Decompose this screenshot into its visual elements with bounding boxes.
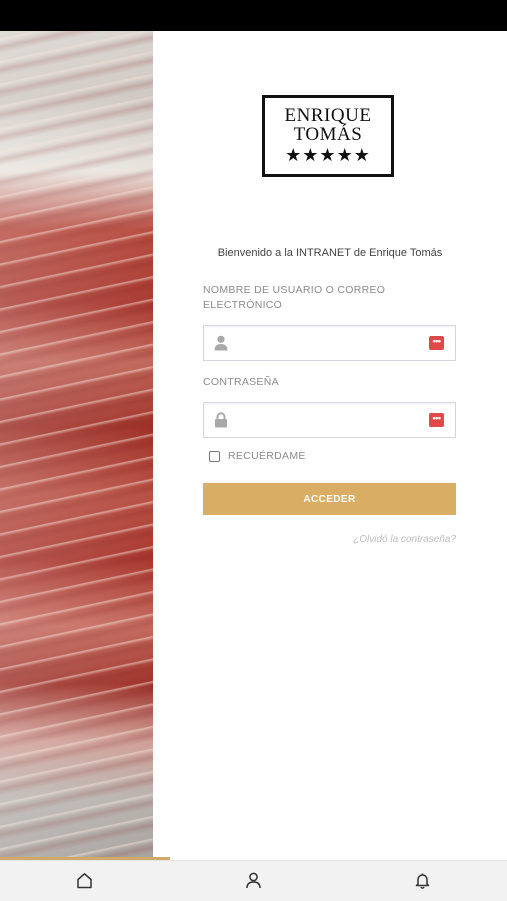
password-input[interactable] <box>238 403 422 439</box>
logo-line-2: TOMÁS <box>293 124 363 145</box>
status-bar <box>0 0 507 31</box>
forgot-password-link[interactable]: ¿Olvidó la contraseña? <box>203 534 456 545</box>
bell-icon <box>415 873 430 889</box>
username-label: NOMBRE DE USUARIO O CORREO ELECTRÓNICO <box>203 284 386 311</box>
home-icon <box>77 873 92 889</box>
tab-profile[interactable] <box>169 861 338 901</box>
password-field[interactable]: ••• <box>203 402 456 439</box>
password-manager-icon[interactable]: ••• <box>429 336 444 350</box>
bottom-tab-bar <box>0 860 507 901</box>
lock-icon <box>215 412 227 428</box>
tab-home[interactable] <box>0 861 169 901</box>
user-icon <box>246 872 261 889</box>
logo-line-1: ENRIQUE <box>284 105 372 126</box>
user-icon <box>214 335 228 351</box>
password-manager-icon[interactable]: ••• <box>429 413 444 427</box>
hero-overlay <box>0 31 153 857</box>
remember-label[interactable]: RECUÉRDAME <box>228 450 306 462</box>
password-label: CONTRASEÑA <box>203 376 279 388</box>
username-field[interactable]: ••• <box>203 325 456 362</box>
remember-checkbox[interactable] <box>209 451 220 462</box>
username-input[interactable] <box>238 326 422 362</box>
login-button[interactable]: ACCEDER <box>203 483 456 515</box>
logo-stars: ★★★★★ <box>285 145 371 165</box>
logo: ENRIQUE TOMÁS ★★★★★ <box>262 95 394 177</box>
tab-notifications[interactable] <box>338 861 507 901</box>
welcome-text: Bienvenido a la INTRANET de Enrique Tomá… <box>217 247 443 259</box>
